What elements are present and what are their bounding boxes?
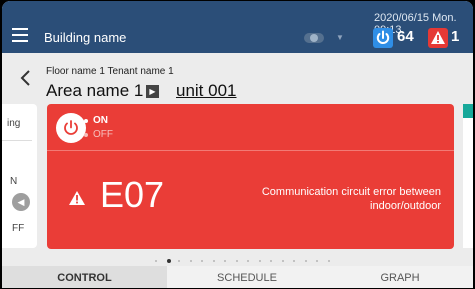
page-dot[interactable] [201,260,203,262]
divider [2,140,32,141]
page-dot[interactable] [270,260,272,262]
top-bar: Building name ▼ 2020/06/15 Mon. 09:13 64… [2,1,473,53]
page-dot[interactable] [247,260,249,262]
page-dot[interactable] [224,260,226,262]
previous-card-label: FF [12,223,25,234]
power-on-count: 64 [397,28,414,45]
dropdown-icon[interactable]: ▼ [336,33,344,42]
page-dot[interactable] [166,259,171,263]
tab-graph[interactable]: GRAPH [327,266,473,288]
hamburger-icon[interactable] [12,28,28,42]
page-dot[interactable] [293,260,295,262]
breadcrumb: Floor name 1 Tenant name 1 [46,66,174,77]
unit-status-card: ON OFF E07 Communication circuit error b… [47,104,454,249]
on-indicator [84,119,88,123]
page-dot[interactable] [189,260,192,262]
next-card-accent [463,104,473,118]
previous-unit-card[interactable]: ing N FF [2,104,37,248]
previous-card-label: ing [7,118,21,129]
chevron-left-icon[interactable] [18,66,32,90]
error-message: Communication circuit error between indo… [261,186,441,212]
bottom-tabs: CONTROL SCHEDULE GRAPH [2,266,473,288]
page-dot[interactable] [212,260,215,262]
off-label[interactable]: OFF [93,129,113,140]
alert-count: 1 [451,28,460,45]
toggle-icon[interactable] [304,33,324,43]
error-code: E07 [100,174,165,215]
power-icon [64,120,78,135]
tab-control[interactable]: CONTROL [2,266,167,288]
previous-card-label: N [10,176,18,187]
page-dot[interactable] [258,260,261,262]
off-indicator [84,133,88,137]
building-name[interactable]: Building name [44,30,126,45]
page-dot[interactable] [316,260,318,262]
page-dot[interactable] [178,260,180,262]
alert-triangle-icon[interactable] [428,28,448,48]
on-label[interactable]: ON [93,115,108,126]
chevron-right-icon[interactable]: ▶ [146,85,159,98]
page-dot[interactable] [304,260,307,262]
app-screen: Building name ▼ 2020/06/15 Mon. 09:13 64… [2,1,473,288]
unit-link[interactable]: unit 001 [176,81,237,101]
tab-schedule[interactable]: SCHEDULE [167,266,327,288]
page-dot[interactable] [235,260,238,262]
previous-arrow-icon[interactable]: ◀ [12,193,30,211]
next-unit-card[interactable] [463,104,473,248]
page-dot[interactable] [281,260,284,262]
area-name: Area name 1 [46,81,144,100]
page-dot[interactable] [327,260,330,262]
page-dot[interactable] [155,260,157,262]
divider [47,150,454,151]
warning-triangle-icon [68,190,86,206]
power-button[interactable] [56,113,86,143]
power-icon[interactable] [373,28,393,48]
